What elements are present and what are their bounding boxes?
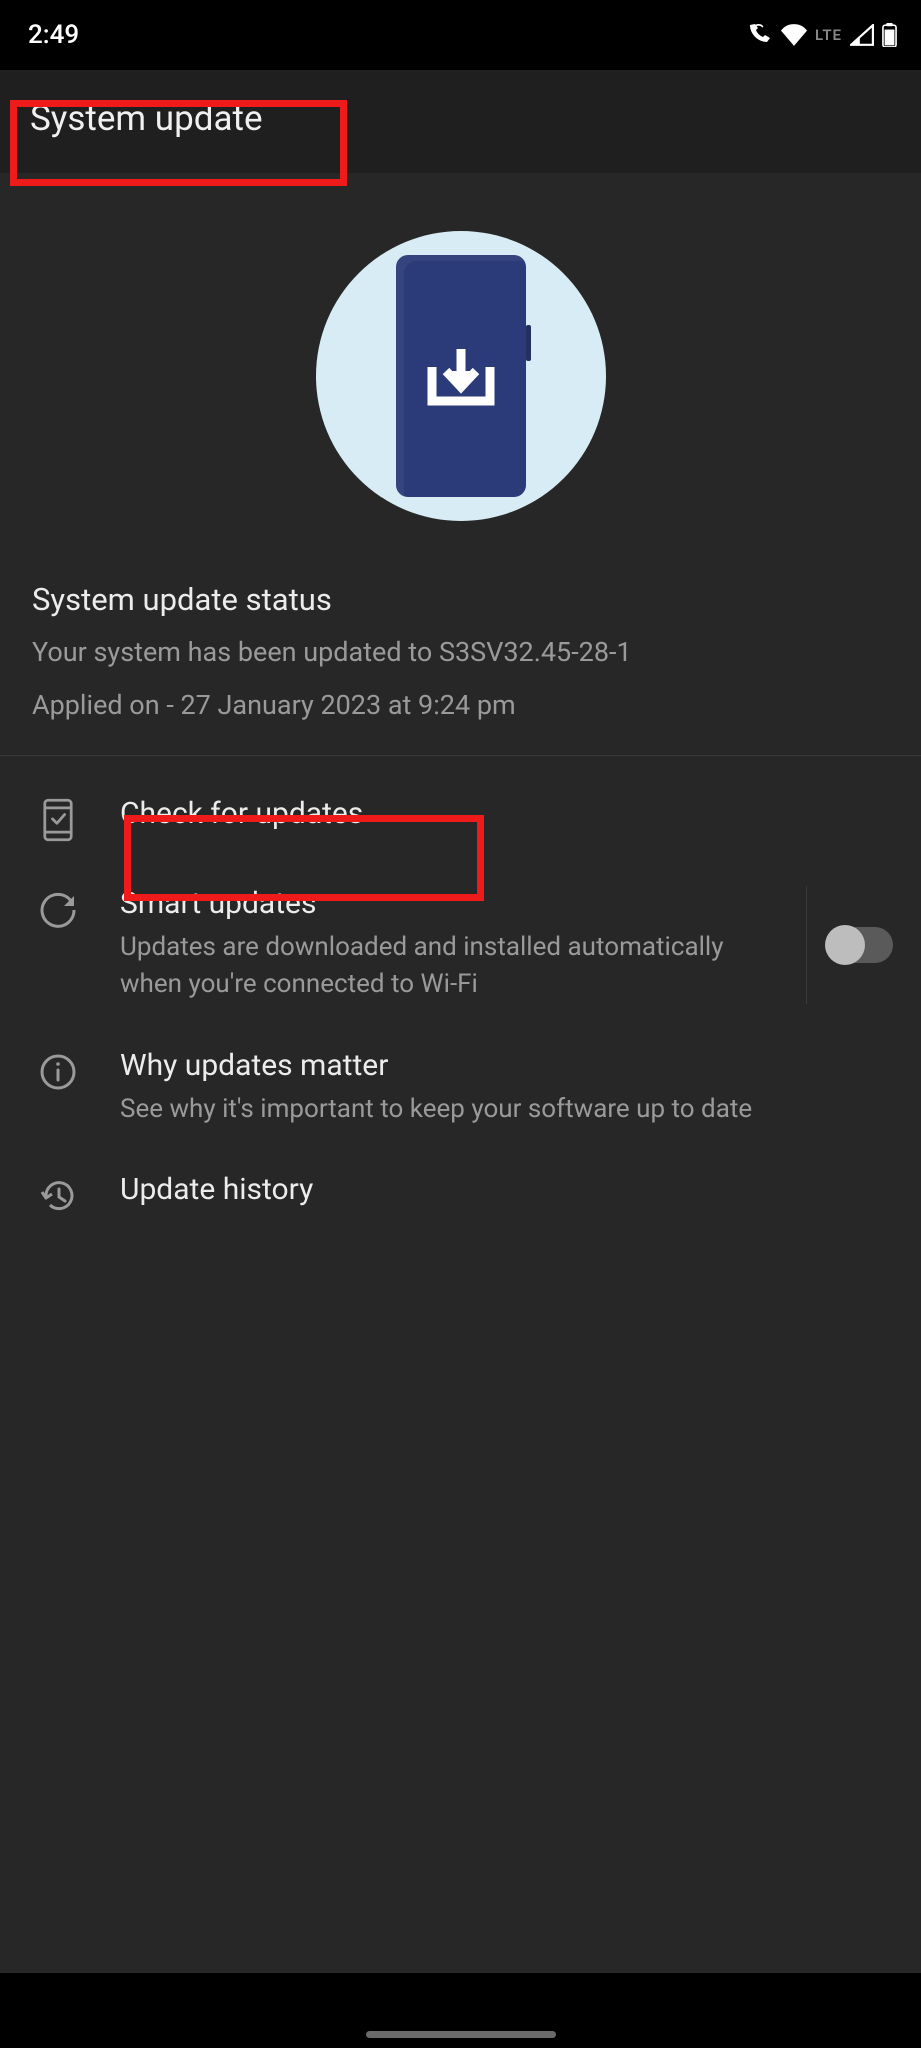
network-type-label: LTE — [815, 26, 842, 44]
history-icon — [36, 1174, 80, 1218]
update-history-label: Update history — [120, 1172, 893, 1207]
smart-updates-label: Smart updates — [120, 886, 766, 921]
wifi-icon — [781, 24, 807, 46]
phone-update-icon — [316, 231, 606, 521]
why-updates-sub: See why it's important to keep your soft… — [120, 1091, 893, 1128]
update-applied-line: Applied on - 27 January 2023 at 9:24 pm — [32, 685, 889, 726]
info-icon — [36, 1050, 80, 1094]
status-time: 2:49 — [28, 20, 79, 50]
smart-updates-row[interactable]: Smart updates Updates are downloaded and… — [0, 864, 921, 1026]
options-list: Check for updates Smart updates Updates … — [0, 756, 921, 1240]
refresh-icon — [36, 888, 80, 932]
status-bar: 2:49 LTE — [0, 0, 921, 70]
smart-updates-sub: Updates are downloaded and installed aut… — [120, 929, 766, 1004]
update-version-line: Your system has been updated to S3SV32.4… — [32, 632, 889, 673]
wifi-calling-icon — [747, 24, 773, 46]
why-updates-label: Why updates matter — [120, 1048, 893, 1083]
update-status-block: System update status Your system has bee… — [0, 581, 921, 755]
smart-updates-toggle[interactable] — [827, 927, 893, 963]
check-for-updates-label: Check for updates — [120, 796, 893, 831]
app-bar: System update — [0, 70, 921, 173]
update-status-title: System update status — [32, 581, 889, 618]
hero-illustration — [0, 173, 921, 581]
status-icons: LTE — [747, 23, 897, 47]
nav-pill[interactable] — [366, 2031, 556, 2038]
battery-icon — [882, 23, 897, 47]
content-area: System update status Your system has bee… — [0, 173, 921, 1973]
update-history-row[interactable]: Update history — [0, 1150, 921, 1240]
page-title: System update — [30, 98, 891, 139]
why-updates-row[interactable]: Why updates matter See why it's importan… — [0, 1026, 921, 1150]
cell-signal-icon — [850, 24, 874, 46]
check-for-updates-row[interactable]: Check for updates — [0, 774, 921, 864]
phone-check-icon — [36, 798, 80, 842]
